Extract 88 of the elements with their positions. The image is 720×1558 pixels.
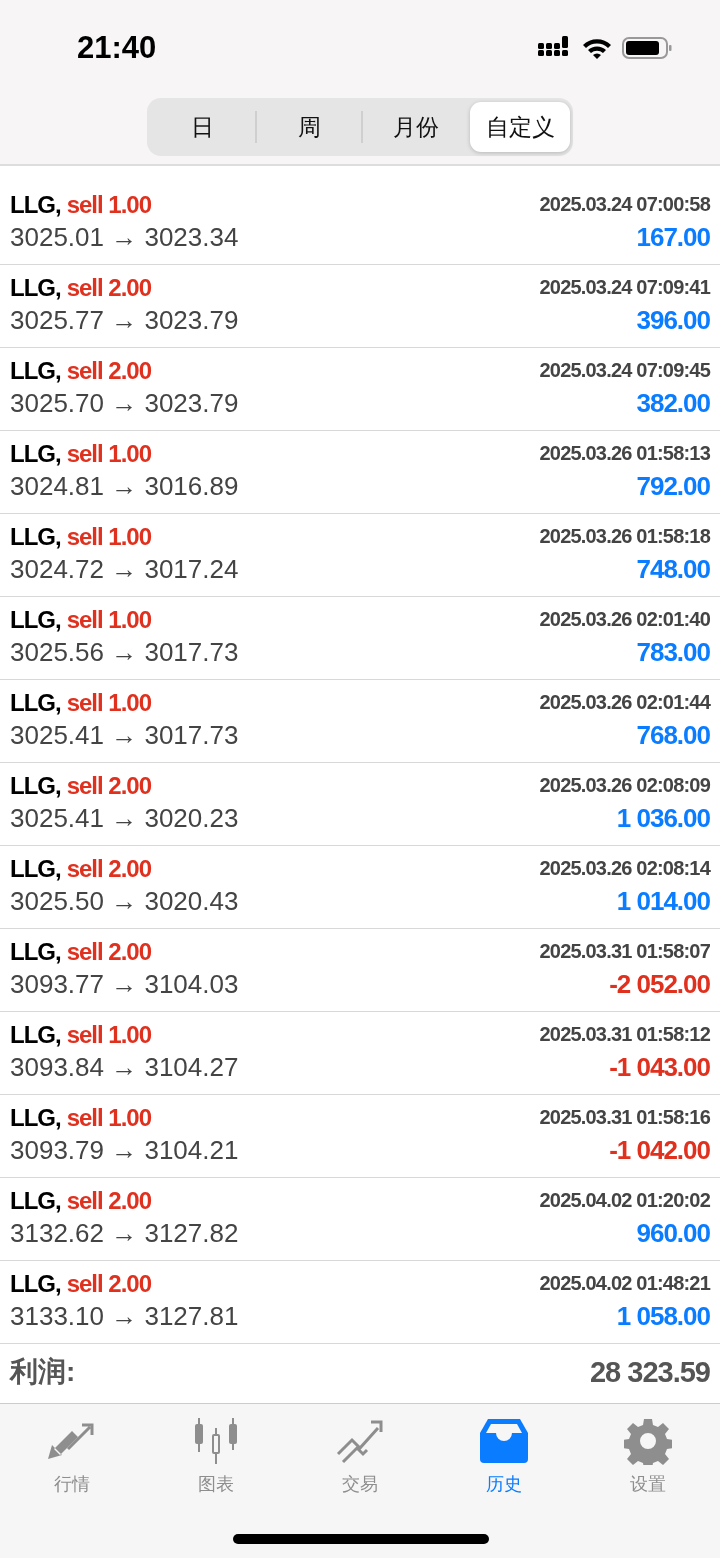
deal-profit: 1 014.00 bbox=[616, 886, 710, 917]
segment-tab[interactable]: 日 bbox=[150, 102, 255, 152]
symbol-label: LLG, bbox=[10, 1103, 61, 1131]
tab-bar-item[interactable]: 设置 bbox=[576, 1416, 720, 1496]
segment-tab[interactable]: 自定义 bbox=[470, 102, 570, 152]
deal-time: 2025.03.24 07:00:58 bbox=[539, 193, 710, 216]
deal-time: 2025.03.26 01:58:18 bbox=[539, 525, 710, 548]
symbol-label: LLG, bbox=[10, 1186, 61, 1214]
deal-time: 2025.04.02 01:48:21 bbox=[539, 1272, 710, 1295]
price-range: 3024.72 → 3017.24 bbox=[10, 554, 239, 585]
price-range: 3025.50 → 3020.43 bbox=[10, 886, 239, 917]
symbol-label: LLG, bbox=[10, 356, 61, 384]
tab-bar-item[interactable]: 历史 bbox=[432, 1416, 576, 1496]
order-label: sell 2.00 bbox=[66, 937, 152, 965]
symbol-label: LLG, bbox=[10, 190, 61, 218]
order-label: sell 1.00 bbox=[66, 522, 152, 550]
tab-bar-item[interactable]: 行情 bbox=[0, 1416, 144, 1496]
tab-bar-item[interactable]: 图表 bbox=[144, 1416, 288, 1496]
price-range: 3093.79 → 3104.21 bbox=[10, 1135, 239, 1166]
symbol-label: LLG, bbox=[10, 1020, 61, 1048]
price-range: 3024.81 → 3016.89 bbox=[10, 471, 239, 502]
symbol-label: LLG, bbox=[10, 439, 61, 467]
price-range: 3133.10 → 3127.81 bbox=[10, 1301, 239, 1332]
deal-time: 2025.03.26 01:58:13 bbox=[539, 442, 710, 465]
price-range: 3093.77 → 3104.03 bbox=[10, 969, 239, 1000]
order-label: sell 1.00 bbox=[66, 1103, 152, 1131]
deal-profit: 783.00 bbox=[636, 637, 710, 668]
deal-time: 2025.03.26 02:01:44 bbox=[539, 691, 710, 714]
home-indicator[interactable] bbox=[233, 1534, 489, 1544]
deal-time: 2025.03.24 07:09:41 bbox=[539, 276, 710, 299]
profit-total: 28 323.59 bbox=[590, 1355, 710, 1389]
deal-profit: 1 036.00 bbox=[616, 803, 710, 834]
order-label: sell 2.00 bbox=[66, 356, 152, 384]
segment-tab[interactable]: 月份 bbox=[363, 102, 468, 152]
order-label: sell 1.00 bbox=[66, 190, 152, 218]
symbol-label: LLG, bbox=[10, 854, 61, 882]
deal-time: 2025.03.26 02:08:14 bbox=[539, 857, 710, 880]
deal-profit: 792.00 bbox=[636, 471, 710, 502]
deal-profit: 167.00 bbox=[636, 222, 710, 253]
symbol-label: LLG, bbox=[10, 771, 61, 799]
price-range: 3025.41 → 3020.23 bbox=[10, 803, 239, 834]
battery-icon bbox=[622, 36, 672, 59]
symbol-label: LLG, bbox=[10, 688, 61, 716]
order-label: sell 1.00 bbox=[66, 439, 152, 467]
symbol-label: LLG, bbox=[10, 937, 61, 965]
order-label: sell 1.00 bbox=[66, 1020, 152, 1048]
deal-profit: -1 042.00 bbox=[609, 1135, 710, 1166]
segment-tab[interactable]: 周 bbox=[256, 102, 362, 152]
deal-time: 2025.03.31 01:58:12 bbox=[539, 1023, 710, 1046]
settings-icon bbox=[624, 1417, 672, 1465]
deal-time: 2025.03.26 02:01:40 bbox=[539, 608, 710, 631]
deal-time: 2025.03.31 01:58:07 bbox=[539, 940, 710, 963]
price-range: 3025.56 → 3017.73 bbox=[10, 637, 239, 668]
symbol-label: LLG, bbox=[10, 522, 61, 550]
symbol-label: LLG, bbox=[10, 273, 61, 301]
symbol-label: LLG, bbox=[10, 1269, 61, 1297]
order-label: sell 2.00 bbox=[66, 771, 152, 799]
deal-profit: 1 058.00 bbox=[616, 1301, 710, 1332]
price-range: 3025.41 → 3017.73 bbox=[10, 720, 239, 751]
deal-profit: 960.00 bbox=[636, 1218, 710, 1249]
price-range: 3132.62 → 3127.82 bbox=[10, 1218, 239, 1249]
order-label: sell 1.00 bbox=[66, 688, 152, 716]
order-label: sell 2.00 bbox=[66, 1269, 152, 1297]
price-range: 3025.77 → 3023.79 bbox=[10, 305, 239, 336]
deal-time: 2025.03.26 02:08:09 bbox=[539, 774, 710, 797]
inbox-icon bbox=[480, 1419, 528, 1463]
deal-profit: 748.00 bbox=[636, 554, 710, 585]
price-range: 3025.70 → 3023.79 bbox=[10, 388, 239, 419]
symbol-label: LLG, bbox=[10, 605, 61, 633]
clock-time: 21:40 bbox=[77, 29, 158, 66]
deal-profit: 768.00 bbox=[636, 720, 710, 751]
tab-bar-item[interactable]: 交易 bbox=[288, 1416, 432, 1496]
deal-profit: -1 043.00 bbox=[609, 1052, 710, 1083]
price-range: 3025.01 → 3023.34 bbox=[10, 222, 239, 253]
deal-time: 2025.04.02 01:20:02 bbox=[539, 1189, 710, 1212]
order-label: sell 2.00 bbox=[66, 854, 152, 882]
deal-time: 2025.03.31 01:58:16 bbox=[539, 1106, 710, 1129]
deal-profit: 382.00 bbox=[636, 388, 710, 419]
order-label: sell 2.00 bbox=[66, 273, 152, 301]
wifi-icon bbox=[582, 36, 612, 59]
price-range: 3093.84 → 3104.27 bbox=[10, 1052, 239, 1083]
trend-arrow-icon bbox=[335, 1418, 385, 1464]
deal-profit: 396.00 bbox=[636, 305, 710, 336]
order-label: sell 2.00 bbox=[66, 1186, 152, 1214]
profit-label: 利润: bbox=[10, 1355, 76, 1389]
deal-time: 2025.03.24 07:09:45 bbox=[539, 359, 710, 382]
deal-profit: -2 052.00 bbox=[609, 969, 710, 1000]
order-label: sell 1.00 bbox=[66, 605, 152, 633]
